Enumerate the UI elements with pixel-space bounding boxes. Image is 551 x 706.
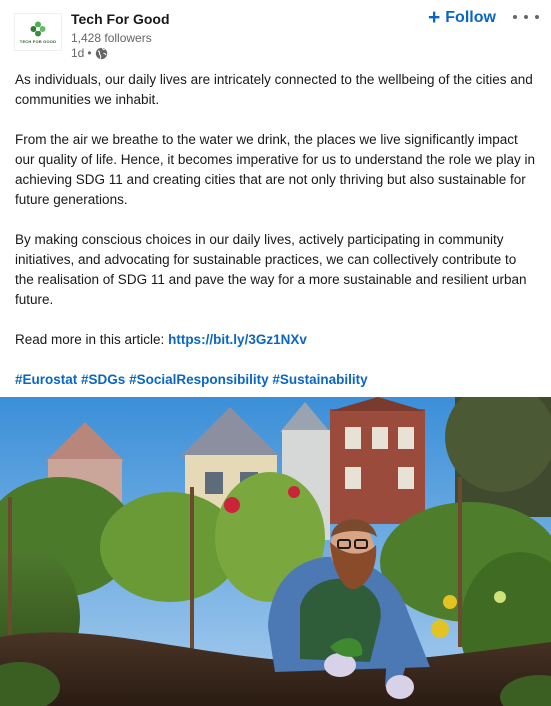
follower-count: 1,428 followers xyxy=(71,31,152,45)
read-more-line: Read more in this article: https://bit.l… xyxy=(15,330,537,350)
post-header: TECH FOR GOOD Tech For Good 1,428 follow… xyxy=(0,0,551,66)
hashtag-socialresponsibility[interactable]: #SocialResponsibility xyxy=(129,372,269,387)
hashtag-sustainability[interactable]: #Sustainability xyxy=(272,372,367,387)
company-logo[interactable]: TECH FOR GOOD xyxy=(14,13,62,51)
more-dot xyxy=(524,15,528,19)
more-dot xyxy=(535,15,539,19)
globe-icon xyxy=(95,47,107,59)
post-image[interactable] xyxy=(0,397,551,706)
paragraph-3: By making conscious choices in our daily… xyxy=(15,232,527,307)
read-more-prefix: Read more in this article: xyxy=(15,332,165,347)
post-body: As individuals, our daily lives are intr… xyxy=(15,70,537,410)
author-name[interactable]: Tech For Good xyxy=(71,11,170,27)
post-time: 1d xyxy=(71,46,85,60)
meta-separator: • xyxy=(87,46,92,60)
leaf-logo-icon xyxy=(30,21,46,36)
article-link[interactable]: https://bit.ly/3Gz1NXv xyxy=(168,332,307,347)
follow-label: Follow xyxy=(445,9,496,26)
more-dot xyxy=(513,15,517,19)
hashtag-eurostat[interactable]: #Eurostat xyxy=(15,372,77,387)
follow-button[interactable]: + Follow xyxy=(428,6,496,30)
paragraph-2: From the air we breathe to the water we … xyxy=(15,132,536,207)
hashtag-sdgs[interactable]: #SDGs xyxy=(81,372,125,387)
hashtag-list: #Eurostat #SDGs #SocialResponsibility #S… xyxy=(15,370,537,390)
logo-wordmark: TECH FOR GOOD xyxy=(19,38,57,44)
paragraph-1: As individuals, our daily lives are intr… xyxy=(15,72,533,107)
more-options-button[interactable] xyxy=(513,9,539,25)
linkedin-post: TECH FOR GOOD Tech For Good 1,428 follow… xyxy=(0,0,551,706)
plus-icon: + xyxy=(428,5,441,29)
post-meta: 1d • xyxy=(71,46,108,60)
